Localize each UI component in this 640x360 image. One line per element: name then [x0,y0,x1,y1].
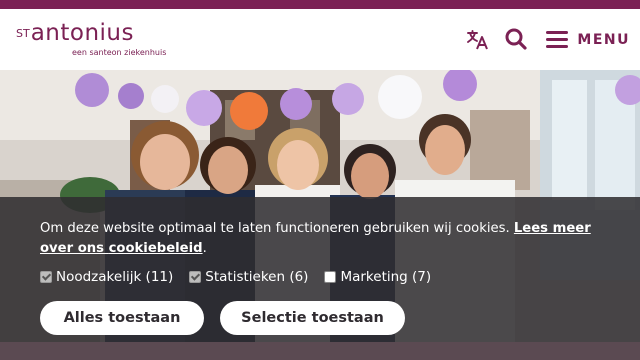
cookie-message: Om deze website optimaal te laten functi… [40,219,610,259]
cookie-options: Noodzakelijk (11) Statistieken (6) Marke… [40,267,447,287]
site-header: STantonius een santeon ziekenhuis MENU [0,9,640,70]
allow-all-button[interactable]: Alles toestaan [40,301,204,335]
statistics-checkbox[interactable] [189,271,202,283]
search-button[interactable] [504,27,528,51]
option-necessary[interactable]: Noodzakelijk (11) [40,269,173,285]
necessary-label: Noodzakelijk (11) [56,269,174,285]
statistics-label: Statistieken (6) [205,269,309,285]
logo-prefix: ST [16,27,30,40]
search-icon [505,28,527,50]
cookie-message-text: Om deze website optimaal te laten functi… [40,221,510,236]
marketing-label: Marketing (7) [340,269,432,285]
marketing-checkbox[interactable] [324,271,337,283]
necessary-checkbox[interactable] [40,271,52,283]
logo-wordmark: STantonius [16,21,134,45]
cookie-link-suffix: . [202,241,207,256]
hamburger-menu-icon [546,31,568,49]
menu-button[interactable]: MENU [546,27,630,53]
logo-name: antonius [30,20,134,46]
st-antonius-logo[interactable]: STantonius een santeon ziekenhuis [16,21,166,61]
cookie-policy-link-part2: cookiebeleid [108,241,203,256]
page-bottom-strip [0,342,640,360]
option-marketing[interactable]: Marketing (7) [324,269,431,285]
cookie-consent-banner: Om deze website optimaal te laten functi… [0,197,640,342]
translate-button[interactable] [466,28,490,52]
logo-tagline: een santeon ziekenhuis [72,48,167,57]
menu-label: MENU [577,32,630,48]
top-accent-stripe [0,0,640,9]
translate-icon [467,30,488,50]
allow-selection-button[interactable]: Selectie toestaan [220,301,405,335]
option-statistics[interactable]: Statistieken (6) [189,269,308,285]
